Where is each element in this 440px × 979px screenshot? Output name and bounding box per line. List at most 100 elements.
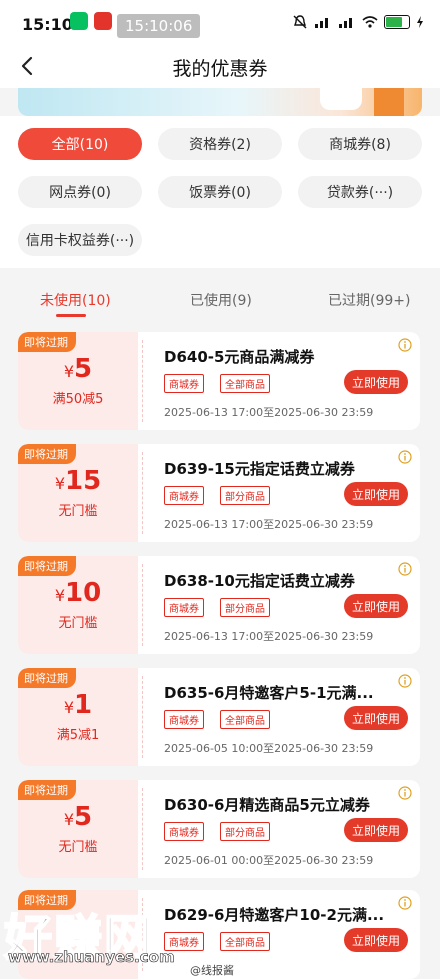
- mute-icon: [293, 15, 307, 29]
- status-time: 15:10: [22, 15, 73, 34]
- coupon-amount: ¥1: [18, 690, 138, 720]
- coupon-value-panel: 即将过期 ¥1 满5减1: [18, 668, 138, 766]
- coupon-title: D629-6月特邀客户10-2元满...: [164, 906, 385, 924]
- charging-icon: [417, 16, 423, 28]
- coupon-tag: 全部商品: [220, 710, 270, 729]
- coupon-title: D635-6月特邀客户5-1元满...: [164, 684, 374, 702]
- coupon-value-panel: 即将过期 ¥15 无门槛: [18, 444, 138, 542]
- use-now-button[interactable]: 立即使用: [344, 706, 408, 730]
- status-bar: 15:10 15:10:06: [0, 0, 440, 44]
- coupon-title: D639-15元指定话费立减券: [164, 460, 355, 478]
- coupon-tag: 商城券: [164, 374, 204, 393]
- wifi-icon: [362, 16, 378, 28]
- info-icon[interactable]: [398, 786, 412, 800]
- use-now-button[interactable]: 立即使用: [344, 928, 408, 952]
- coupon-divider: [142, 788, 143, 870]
- coupon-tag: 全部商品: [220, 932, 270, 951]
- coupon-card[interactable]: 即将过期 ¥5 满50减5 D640-5元商品满减券 商城券 全部商品 立即使用…: [18, 332, 420, 430]
- coupon-condition: 满5减1: [56, 728, 100, 743]
- currency-symbol: ¥: [54, 586, 65, 605]
- info-icon[interactable]: [398, 450, 412, 464]
- expire-badge: 即将过期: [18, 556, 76, 576]
- use-now-button[interactable]: 立即使用: [344, 818, 408, 842]
- coupon-validity-date: 2025-06-13 17:00至2025-06-30 23:59: [164, 406, 374, 419]
- coupon-tag: 商城券: [164, 486, 204, 505]
- coupon-divider: [142, 452, 143, 534]
- info-icon[interactable]: [398, 562, 412, 576]
- signal-icon: [315, 18, 328, 28]
- tab-expired[interactable]: 已过期(99+): [328, 290, 410, 310]
- coupon-tag: 部分商品: [220, 822, 270, 841]
- filter-chip-mall[interactable]: 商城券(8): [298, 128, 422, 160]
- amount-value: 10: [65, 578, 102, 608]
- battery-icon: [384, 15, 410, 29]
- system-icons: [292, 15, 424, 29]
- coupon-amount: ¥5: [18, 802, 138, 832]
- coupon-value-panel: 即将过期 ¥5 满50减5: [18, 332, 138, 430]
- coupon-divider: [142, 564, 143, 646]
- use-now-button[interactable]: 立即使用: [344, 482, 408, 506]
- amount-value: 15: [65, 466, 102, 496]
- filter-chip-credit-card[interactable]: 信用卡权益券(···): [18, 224, 142, 256]
- watermark-url: www.zhuanyes.com: [8, 948, 175, 967]
- info-icon[interactable]: [398, 674, 412, 688]
- currency-symbol: ¥: [63, 810, 75, 829]
- tab-used[interactable]: 已使用(9): [190, 290, 252, 310]
- coupon-amount: ¥15: [18, 466, 138, 496]
- amount-value: 5: [74, 354, 93, 384]
- banner-product-image: [320, 88, 362, 110]
- coupon-tag: 部分商品: [220, 598, 270, 617]
- page-title: 我的优惠券: [172, 58, 268, 80]
- tab-indicator: [56, 314, 86, 317]
- currency-symbol: ¥: [63, 362, 75, 381]
- expire-badge: 即将过期: [18, 780, 76, 800]
- coupon-validity-date: 2025-06-13 17:00至2025-06-30 23:59: [164, 630, 374, 643]
- coupon-validity-date: 2025-06-05 10:00至2025-06-30 23:59: [164, 742, 374, 755]
- signal-2-icon: [339, 18, 352, 28]
- info-icon[interactable]: [398, 896, 412, 910]
- currency-symbol: ¥: [54, 474, 65, 493]
- info-icon[interactable]: [398, 338, 412, 352]
- use-now-button[interactable]: 立即使用: [344, 370, 408, 394]
- app-notification-icon: [94, 12, 112, 30]
- expire-badge: 即将过期: [18, 444, 76, 464]
- coupon-divider: [142, 340, 143, 422]
- filter-chip-qualification[interactable]: 资格券(2): [158, 128, 282, 160]
- coupon-title: D630-6月精选商品5元立减券: [164, 796, 370, 814]
- use-now-button[interactable]: 立即使用: [344, 594, 408, 618]
- coupon-card[interactable]: 即将过期 ¥5 无门槛 D630-6月精选商品5元立减券 商城券 部分商品 立即…: [18, 780, 420, 878]
- wechat-icon: [70, 12, 88, 30]
- coupon-tag: 全部商品: [220, 374, 270, 393]
- expire-badge: 即将过期: [18, 668, 76, 688]
- watermark-weibo: @线报酱: [190, 964, 234, 977]
- coupon-amount: ¥10: [18, 578, 138, 608]
- coupon-amount: ¥5: [18, 354, 138, 384]
- coupon-value-panel: 即将过期 ¥10 无门槛: [18, 556, 138, 654]
- coupon-condition: 无门槛: [58, 840, 98, 855]
- coupon-condition: 无门槛: [58, 504, 98, 519]
- coupon-tag: 部分商品: [220, 486, 270, 505]
- tab-unused[interactable]: 未使用(10): [40, 290, 111, 310]
- coupon-title: D638-10元指定话费立减券: [164, 572, 355, 590]
- coupon-card[interactable]: 即将过期 ¥10 无门槛 D638-10元指定话费立减券 商城券 部分商品 立即…: [18, 556, 420, 654]
- status-tabs: 未使用(10) 已使用(9) 已过期(99+): [0, 278, 440, 322]
- promo-banner[interactable]: [18, 88, 422, 116]
- filter-chip-loan[interactable]: 贷款券(···): [298, 176, 422, 208]
- coupon-condition: 满50减5: [52, 392, 104, 407]
- coupon-tag: 商城券: [164, 598, 204, 617]
- coupon-condition: 无门槛: [58, 616, 98, 631]
- coupon-type-filters: 全部(10) 资格券(2) 商城券(8) 网点券(0) 饭票券(0) 贷款券(·…: [0, 116, 440, 268]
- filter-chip-meal[interactable]: 饭票券(0): [158, 176, 282, 208]
- nav-bar: 我的优惠券: [0, 44, 440, 88]
- coupon-card[interactable]: 即将过期 ¥1 满5减1 D635-6月特邀客户5-1元满... 商城券 全部商…: [18, 668, 420, 766]
- amount-value: 5: [74, 802, 93, 832]
- filter-chip-branch[interactable]: 网点券(0): [18, 176, 142, 208]
- coupon-divider: [142, 676, 143, 758]
- filter-chip-all[interactable]: 全部(10): [18, 128, 142, 160]
- coupon-tag: 商城券: [164, 710, 204, 729]
- expire-badge: 即将过期: [18, 332, 76, 352]
- coupon-validity-date: 2025-06-01 00:00至2025-06-30 23:59: [164, 854, 374, 867]
- amount-value: 1: [74, 690, 93, 720]
- coupon-card[interactable]: 即将过期 ¥15 无门槛 D639-15元指定话费立减券 商城券 部分商品 立即…: [18, 444, 420, 542]
- coupon-tag: 商城券: [164, 822, 204, 841]
